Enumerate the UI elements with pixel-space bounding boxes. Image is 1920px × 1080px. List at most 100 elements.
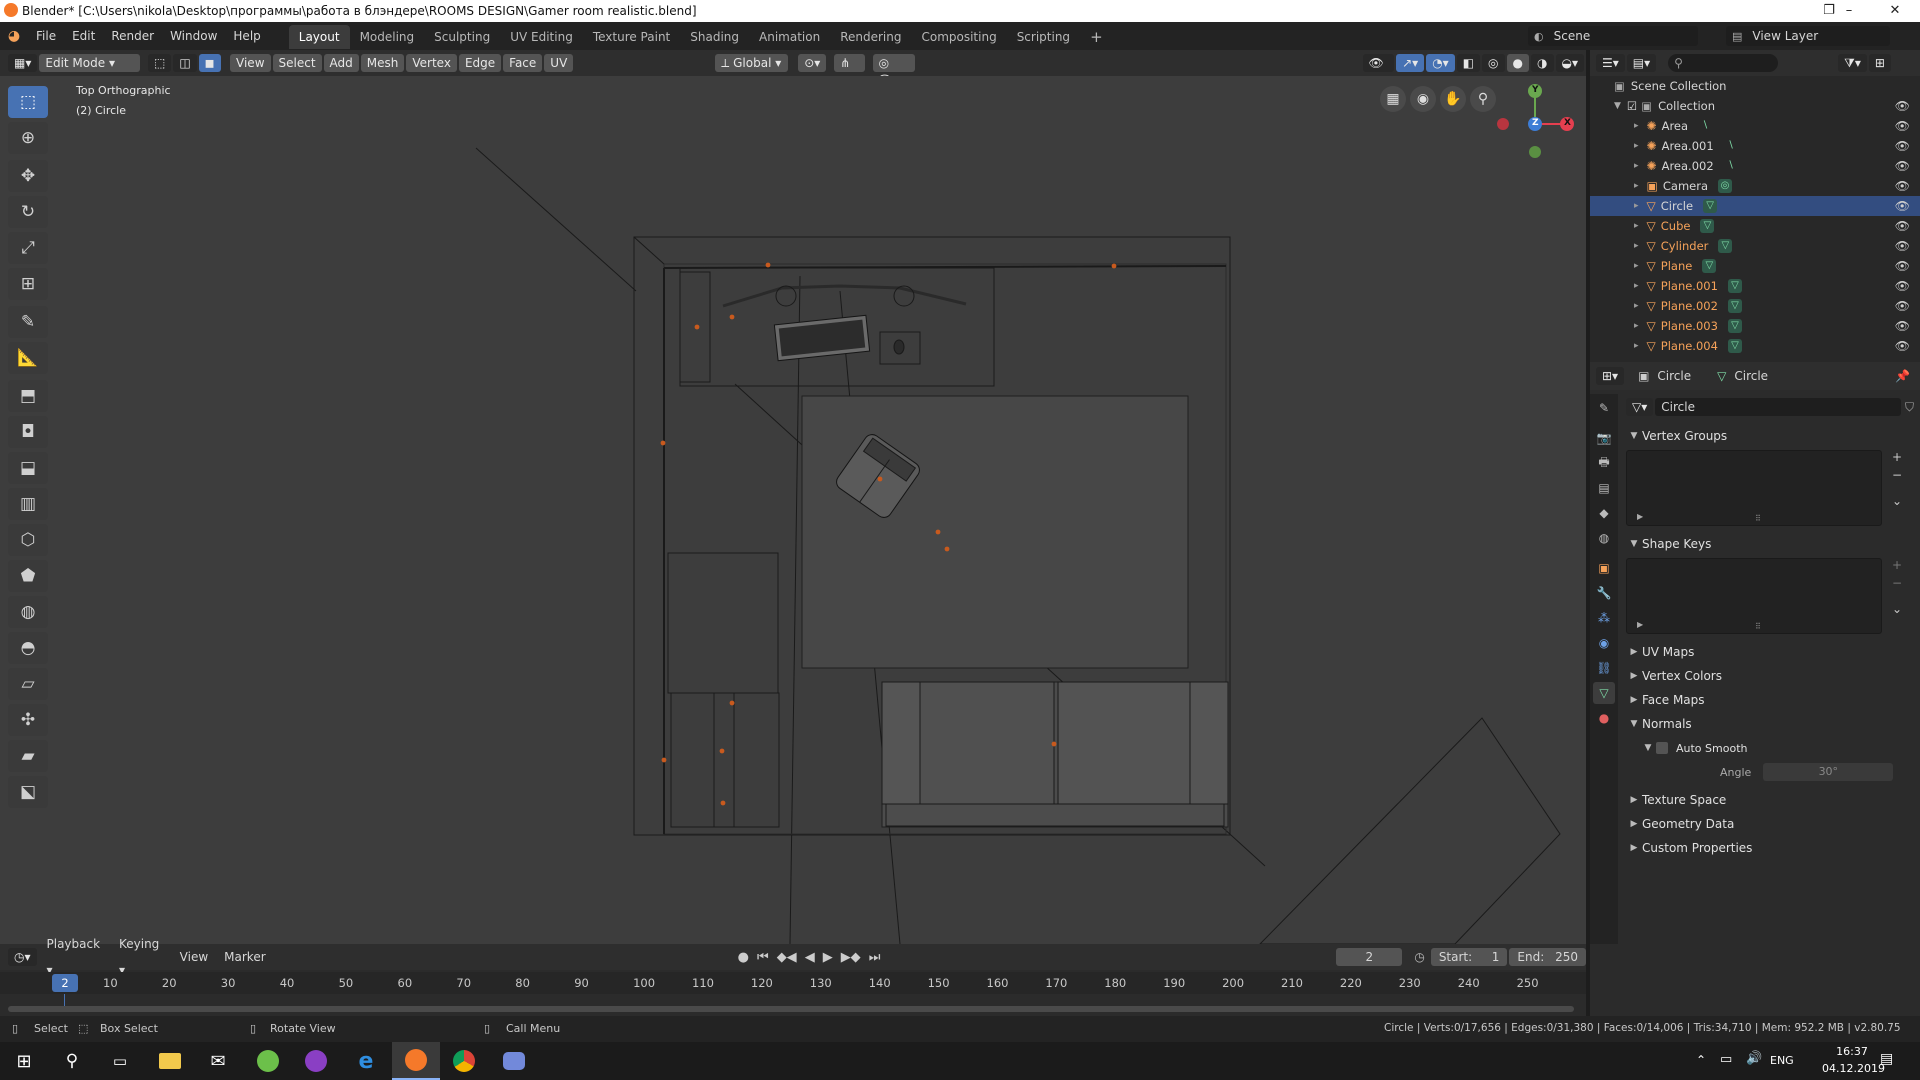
preview-range-icon[interactable]: ◷ xyxy=(1414,950,1424,964)
world-tab-icon[interactable]: ◍ xyxy=(1593,527,1615,549)
current-frame-field[interactable]: 2 xyxy=(1336,948,1403,966)
expand-arrow-icon[interactable]: ▸ xyxy=(1634,241,1639,251)
outliner-item[interactable]: ▸ ▽ Plane.002 ▽ 👁 xyxy=(1590,296,1920,316)
visibility-icon[interactable]: 👁▾ xyxy=(1362,54,1395,88)
jump-start-icon[interactable]: ⏮ xyxy=(757,950,769,965)
tab-animation[interactable]: Animation xyxy=(749,25,830,49)
menu-edge[interactable]: Edge xyxy=(458,54,502,72)
mesh-name-field[interactable]: Circle xyxy=(1655,398,1901,416)
outliner-collection[interactable]: ▼ ☑ ▣ Collection 👁 xyxy=(1590,96,1920,116)
fake-user-icon[interactable]: ⛉ xyxy=(1905,400,1914,415)
visibility-eye-icon[interactable]: 👁 xyxy=(1895,159,1910,173)
mesh-browse-icon[interactable]: ▽▾ xyxy=(1626,398,1654,416)
properties-editor-type-icon[interactable]: ⊞▾ xyxy=(1596,367,1625,385)
tool-tab-icon[interactable]: ✎ xyxy=(1593,397,1615,419)
volume-icon[interactable]: 🔊 xyxy=(1746,1051,1762,1066)
add-vertex-group-button[interactable]: + xyxy=(1892,450,1902,464)
checkbox-icon[interactable]: ☑ xyxy=(1627,99,1637,113)
proportional-edit-icon[interactable]: ◎ ⌒▾ xyxy=(872,54,915,88)
shrink-fatten-tool-icon[interactable]: ✣ xyxy=(8,704,48,736)
outliner-item[interactable]: ▸ ▽ Cylinder ▽ 👁 xyxy=(1590,236,1920,256)
mesh-data-icon[interactable]: ▽ xyxy=(1727,319,1742,333)
tab-scripting[interactable]: Scripting xyxy=(1007,25,1080,49)
podcast-app-icon[interactable] xyxy=(292,1042,340,1080)
timeline-ruler[interactable]: 10 20 30 40 50 60 70 80 90 100 110 120 130 140 150 160 1… xyxy=(0,972,1586,994)
pivot-point-icon[interactable]: ⊙▾ xyxy=(798,54,827,72)
panel-shape-keys[interactable]: ▼ Shape Keys xyxy=(1626,532,1916,556)
tab-sculpting[interactable]: Sculpting xyxy=(424,25,500,49)
material-tab-icon[interactable]: ● xyxy=(1593,707,1615,729)
scale-tool-icon[interactable]: ⤢ xyxy=(8,232,48,264)
timeline-editor-type-icon[interactable]: ◷▾ xyxy=(8,948,37,966)
mesh-data-icon[interactable]: ▽ xyxy=(1727,299,1742,313)
visibility-eye-icon[interactable]: 👁 xyxy=(1895,179,1910,193)
auto-smooth-row[interactable]: ▼ Auto Smooth xyxy=(1626,736,1916,760)
outliner-editor-type-icon[interactable]: ☰▾ xyxy=(1596,54,1625,72)
start-frame-field[interactable]: Start: 1 xyxy=(1430,948,1508,966)
remove-shape-key-button[interactable]: − xyxy=(1892,576,1902,590)
cursor-tool-icon[interactable]: ⊕ xyxy=(8,122,48,154)
expand-small-icon[interactable]: ▶ xyxy=(1637,620,1643,629)
menu-vertex[interactable]: Vertex xyxy=(406,54,457,72)
menu-help[interactable]: Help xyxy=(225,22,268,50)
shear-tool-icon[interactable]: ▰ xyxy=(8,740,48,772)
scene-selector[interactable]: ◐ Scene xyxy=(1528,26,1698,46)
menu-render[interactable]: Render xyxy=(103,22,162,50)
timeline-scrollbar[interactable] xyxy=(8,1006,1574,1012)
snap-icon[interactable]: ⋔ ▾ xyxy=(834,54,865,88)
knife-tool-icon[interactable]: ⬡ xyxy=(8,524,48,556)
extrude-tool-icon[interactable]: ⬒ xyxy=(8,380,48,412)
input-language[interactable]: ENG xyxy=(1770,1054,1794,1067)
menu-select[interactable]: Select xyxy=(272,54,322,72)
outliner-item[interactable]: ▸ ▽ Plane.001 ▽ 👁 xyxy=(1590,276,1920,296)
spin-tool-icon[interactable]: ◍ xyxy=(8,596,48,628)
outliner-search-input[interactable]: ⚲ xyxy=(1668,54,1779,72)
shape-keys-list[interactable]: ▶ ⠿ xyxy=(1626,558,1882,634)
outliner-item[interactable]: ▸ ▽ Cube ▽ 👁 xyxy=(1590,216,1920,236)
menu-window[interactable]: Window xyxy=(162,22,225,50)
discord-icon[interactable] xyxy=(490,1042,538,1080)
tab-texture-paint[interactable]: Texture Paint xyxy=(583,25,680,49)
tab-rendering[interactable]: Rendering xyxy=(830,25,911,49)
tab-compositing[interactable]: Compositing xyxy=(911,25,1006,49)
pan-hand-icon[interactable]: ✋ xyxy=(1440,86,1466,112)
light-data-icon[interactable]: ∖ xyxy=(1698,119,1712,133)
expand-arrow-icon[interactable]: ▸ xyxy=(1634,141,1639,151)
add-shape-key-button[interactable]: + xyxy=(1892,558,1902,572)
transform-orientation-dropdown[interactable]: ⟂ Global ▾ xyxy=(715,54,789,72)
close-button[interactable]: ✕ xyxy=(1872,0,1918,22)
mesh-data-icon[interactable]: ▽ xyxy=(1718,239,1733,253)
view-layer-tab-icon[interactable]: ▤ xyxy=(1593,477,1615,499)
editor-type-button[interactable]: ▦▾ xyxy=(8,54,38,72)
output-tab-icon[interactable]: 🖶 xyxy=(1593,452,1615,474)
record-icon[interactable]: ● xyxy=(738,950,749,965)
physics-tab-icon[interactable]: ◉ xyxy=(1593,632,1615,654)
resize-handle-icon[interactable]: ⠿ xyxy=(1755,514,1761,523)
scene-tab-icon[interactable]: ◆ xyxy=(1593,502,1615,524)
expand-arrow-icon[interactable]: ▸ xyxy=(1634,181,1639,191)
expand-arrow-icon[interactable]: ▼ xyxy=(1614,101,1621,111)
expand-arrow-icon[interactable]: ▸ xyxy=(1634,121,1639,131)
resize-handle-icon[interactable]: ⠿ xyxy=(1755,622,1761,631)
light-data-icon[interactable]: ∖ xyxy=(1724,159,1738,173)
tab-shading[interactable]: Shading xyxy=(680,25,749,49)
tab-layout[interactable]: Layout xyxy=(288,25,350,49)
measure-tool-icon[interactable]: 📐 xyxy=(8,342,48,374)
end-frame-field[interactable]: End: 250 xyxy=(1509,948,1586,966)
file-explorer-icon[interactable] xyxy=(146,1042,194,1080)
visibility-eye-icon[interactable]: 👁 xyxy=(1895,279,1910,293)
gizmo-toggle-icon[interactable]: ↗▾ xyxy=(1396,54,1425,72)
expand-arrow-icon[interactable]: ▸ xyxy=(1634,321,1639,331)
3d-viewport[interactable]: Top Orthographic (2) Circle ▦ ◉ ✋ ⚲ Y X … xyxy=(0,76,1586,944)
remove-vertex-group-button[interactable]: − xyxy=(1892,468,1902,482)
blender-menu-icon[interactable]: ◕ xyxy=(0,28,28,44)
object-tab-icon[interactable]: ▣ xyxy=(1593,557,1615,579)
prev-keyframe-icon[interactable]: ◆◀ xyxy=(777,950,797,965)
tray-chevron-icon[interactable]: ⌃ xyxy=(1696,1053,1706,1067)
constraints-tab-icon[interactable]: ⛓ xyxy=(1593,657,1615,679)
outliner-item[interactable]: ▸ ▣ Camera ◎ 👁 xyxy=(1590,176,1920,196)
expand-arrow-icon[interactable]: ▸ xyxy=(1634,341,1639,351)
visibility-eye-icon[interactable]: 👁 xyxy=(1895,239,1910,253)
menu-view[interactable]: View xyxy=(230,54,271,72)
play-reverse-icon[interactable]: ◀ xyxy=(805,950,815,965)
